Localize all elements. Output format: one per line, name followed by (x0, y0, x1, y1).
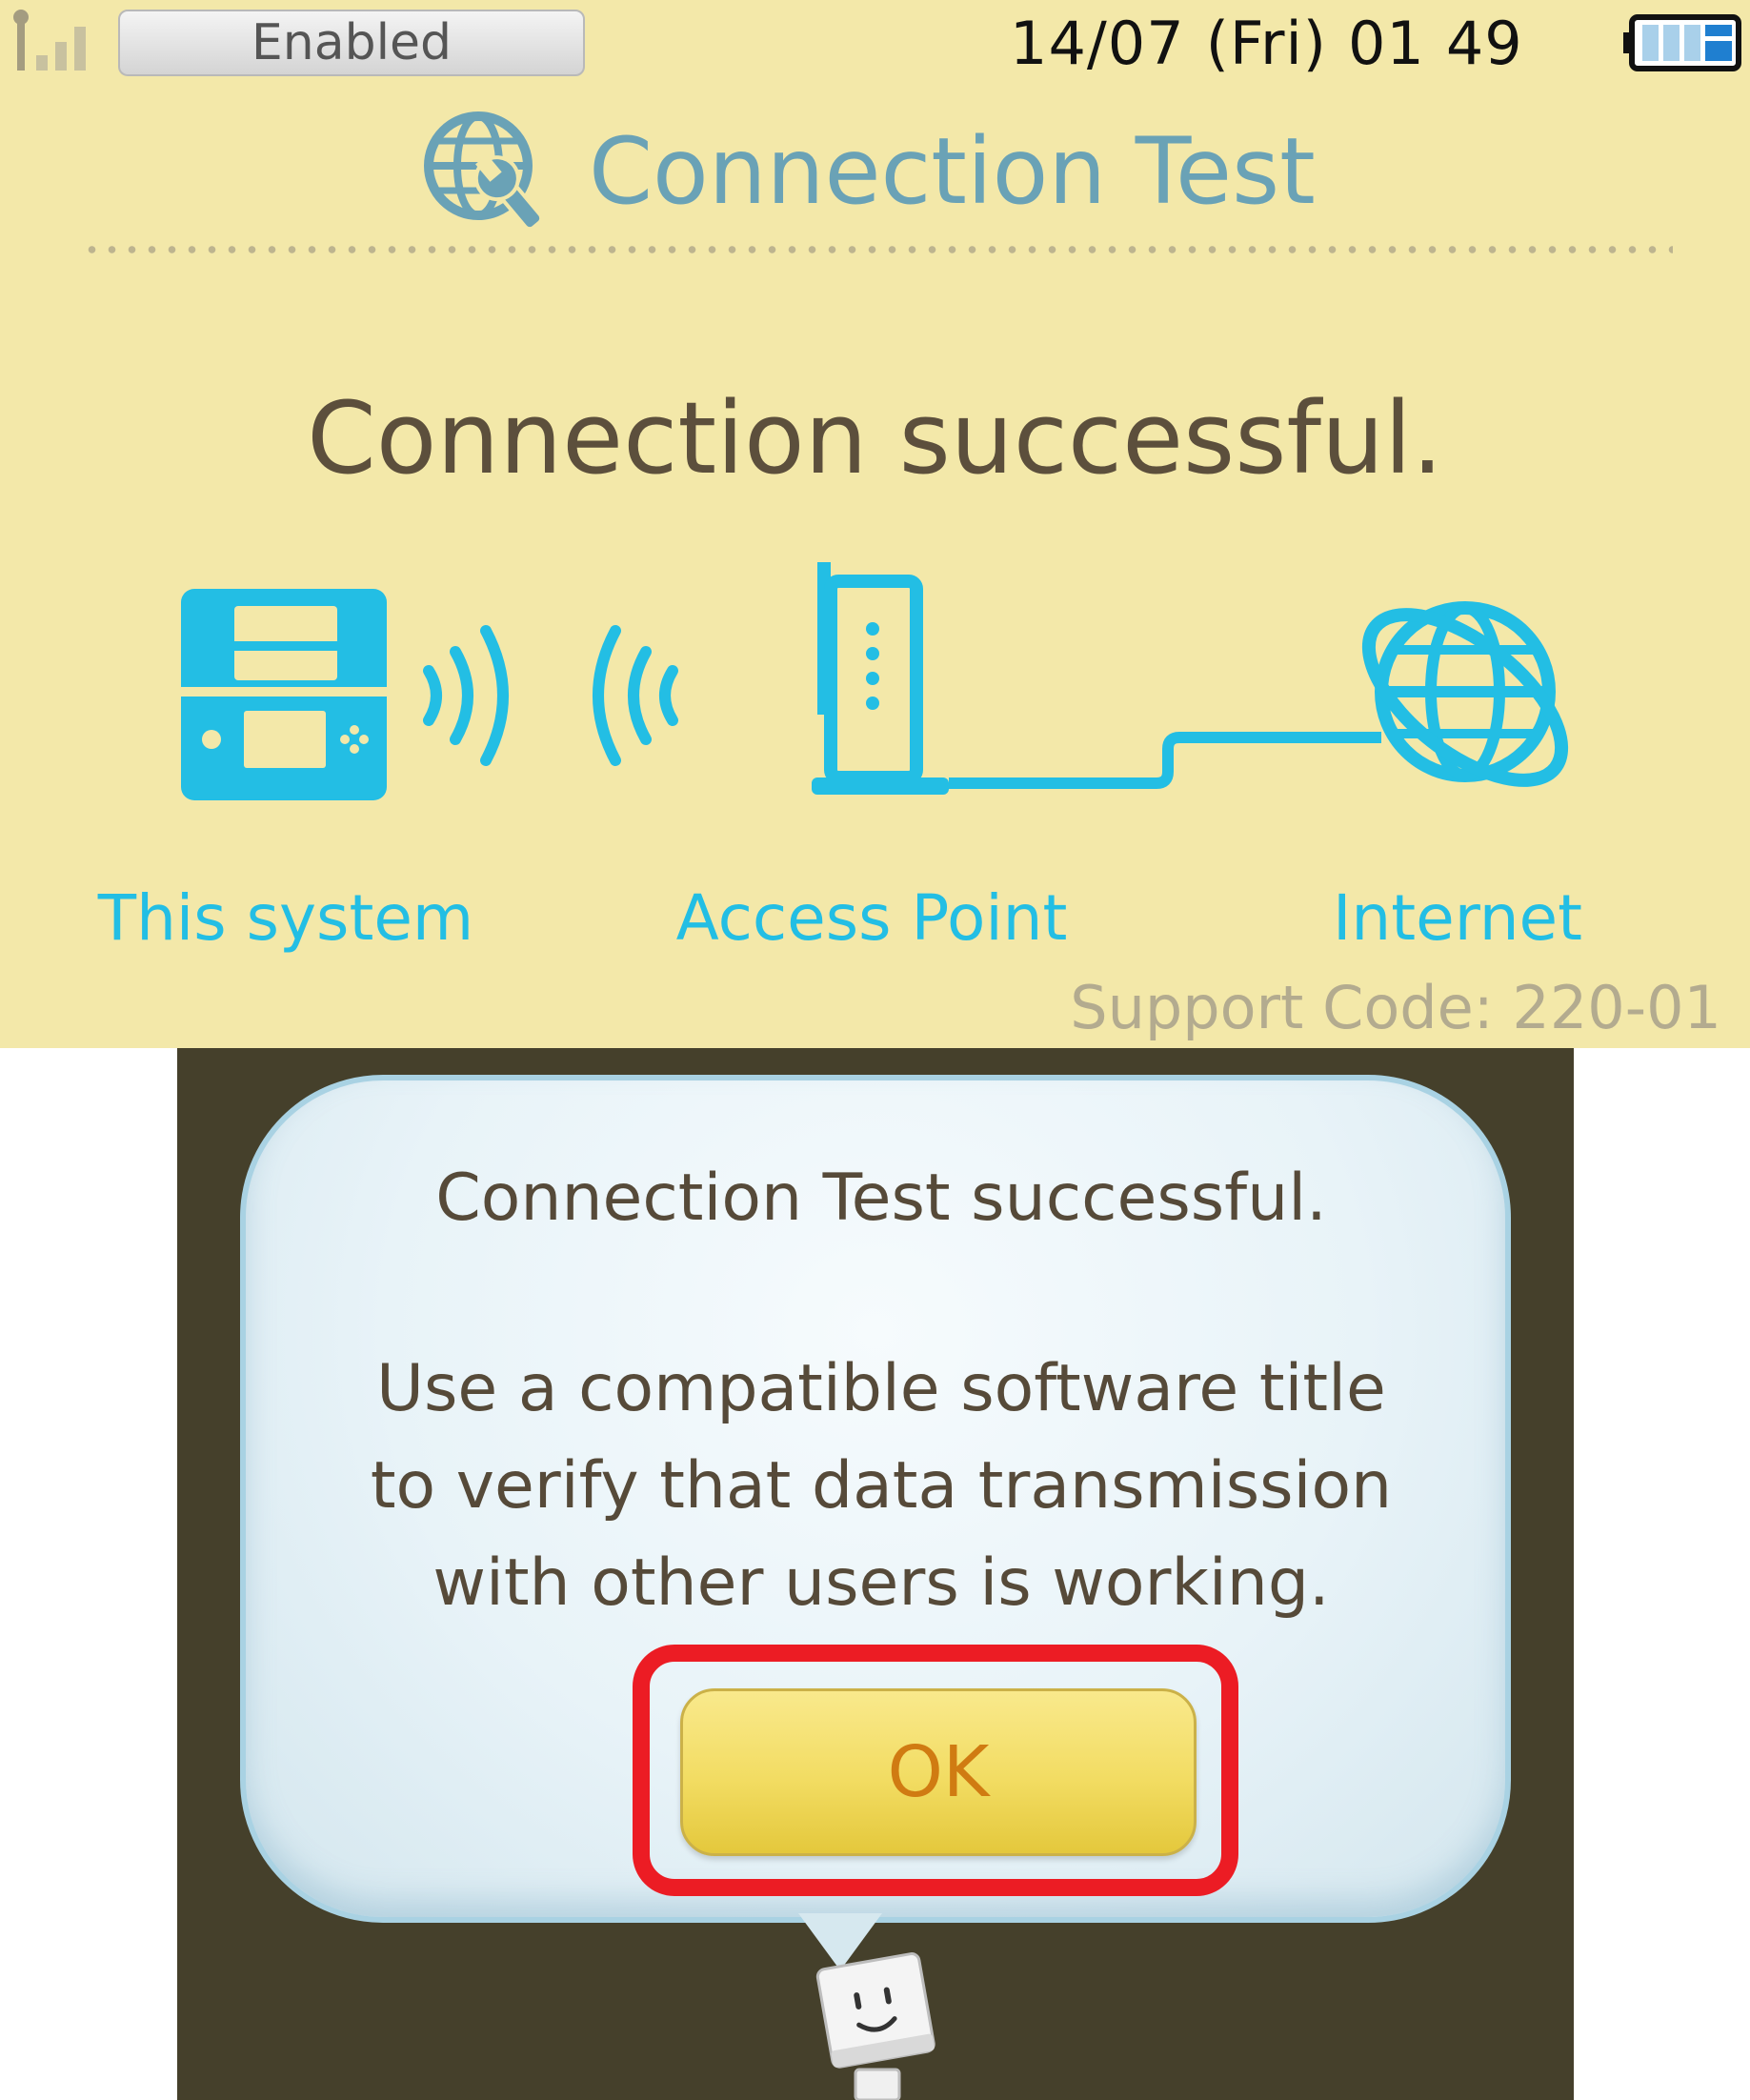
support-code: Support Code: 220-01 (1070, 973, 1721, 1042)
router-icon (812, 562, 949, 795)
clock: 14/07 (Fri) 01 49 (1010, 6, 1544, 82)
status-bar: Enabled 14/07 (Fri) 01 49 (0, 0, 1750, 84)
wireless-status-badge: Enabled (118, 10, 585, 76)
label-access-point: Access Point (675, 881, 1068, 955)
title-row: Connection Test (0, 95, 1750, 248)
dialog-bubble: Connection Test successful. Use a compat… (240, 1075, 1511, 1923)
result-heading: Connection successful. (307, 380, 1443, 496)
dialog-title: Connection Test successful. (435, 1161, 1327, 1236)
weekday-text: (Fri) (1205, 9, 1327, 78)
date-text: 14/07 (1010, 9, 1185, 78)
dialog-message-line: to verify that data transmission (370, 1448, 1393, 1524)
bottom-screen: Connection Test successful. Use a compat… (177, 1048, 1574, 2100)
ok-button[interactable]: OK (680, 1688, 1197, 1856)
handheld-console-icon (181, 589, 387, 800)
dotted-divider (82, 246, 1673, 253)
router-signal-waves (593, 625, 678, 766)
helper-mascot-icon (815, 1952, 935, 2100)
dialog-message-line: Use a compatible software title (376, 1351, 1386, 1426)
console-signal-waves (423, 625, 509, 766)
globe-wrench-icon (424, 111, 544, 232)
cable-line (949, 732, 1381, 789)
signal-strength-icon (13, 10, 86, 71)
dialog-message-line: with other users is working. (432, 1545, 1330, 1621)
connection-diagram (181, 562, 1569, 800)
globe-icon (1361, 601, 1569, 787)
battery-icon (1623, 14, 1741, 71)
label-this-system: This system (97, 881, 474, 955)
label-internet: Internet (1332, 881, 1583, 955)
hour-text: 01 (1347, 9, 1425, 78)
page-title: Connection Test (589, 118, 1316, 225)
minute-text: 49 (1445, 9, 1523, 78)
top-screen: Enabled 14/07 (Fri) 01 49 Connection Tes… (0, 0, 1750, 1048)
